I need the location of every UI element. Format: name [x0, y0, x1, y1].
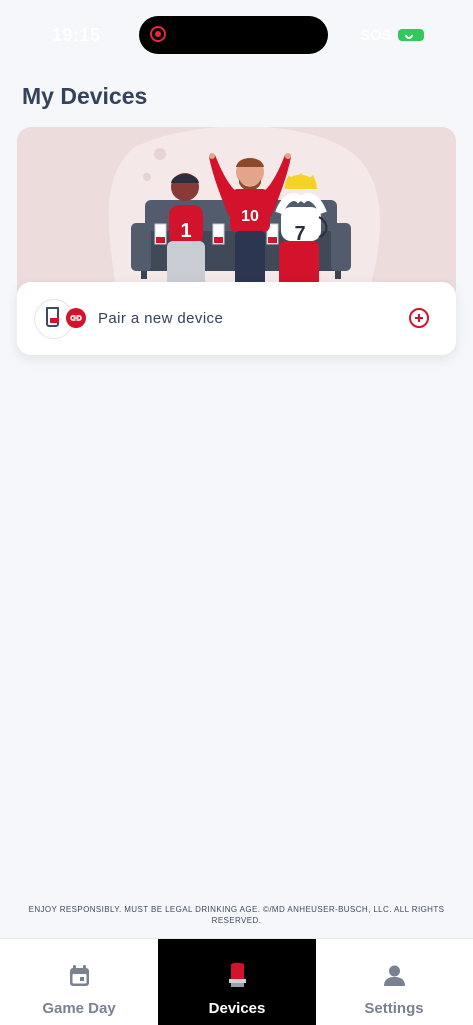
link-icon: [66, 308, 86, 328]
network-status: SOS: [360, 27, 392, 44]
tab-settings-label: Settings: [364, 1000, 424, 1017]
screen-recording-icon: [150, 26, 166, 42]
tab-settings[interactable]: Settings: [315, 939, 473, 1025]
add-circle-icon[interactable]: [409, 308, 429, 328]
tab-game-day-label: Game Day: [42, 1000, 116, 1017]
pair-new-device-button[interactable]: Pair a new device: [17, 282, 456, 355]
tab-bar: Game Day Devices Settings: [0, 938, 473, 1025]
page-title: My Devices: [22, 83, 148, 109]
status-time: 19:15: [52, 25, 101, 45]
glass-icon: [46, 307, 59, 327]
devices-card: 1 10 7 Pair a new device: [17, 127, 456, 355]
tab-devices-label: Devices: [208, 1000, 266, 1017]
fans-illustration: 1 10 7: [17, 127, 456, 297]
dynamic-island: [139, 16, 328, 54]
tab-game-day[interactable]: Game Day: [0, 939, 158, 1025]
tab-devices[interactable]: Devices: [158, 939, 316, 1025]
legal-disclaimer: ENJOY RESPONSIBLY. MUST BE LEGAL DRINKIN…: [28, 905, 445, 925]
calendar-icon: [70, 965, 89, 986]
person-icon: [384, 965, 405, 986]
battery-charging-icon: [398, 29, 424, 41]
goal-light-icon: [229, 962, 246, 987]
pair-new-device-label: Pair a new device: [98, 310, 224, 327]
status-bar: 19:15 SOS: [0, 0, 473, 70]
jersey-number-10: 10: [241, 208, 259, 225]
jersey-number-1: 1: [180, 220, 191, 242]
